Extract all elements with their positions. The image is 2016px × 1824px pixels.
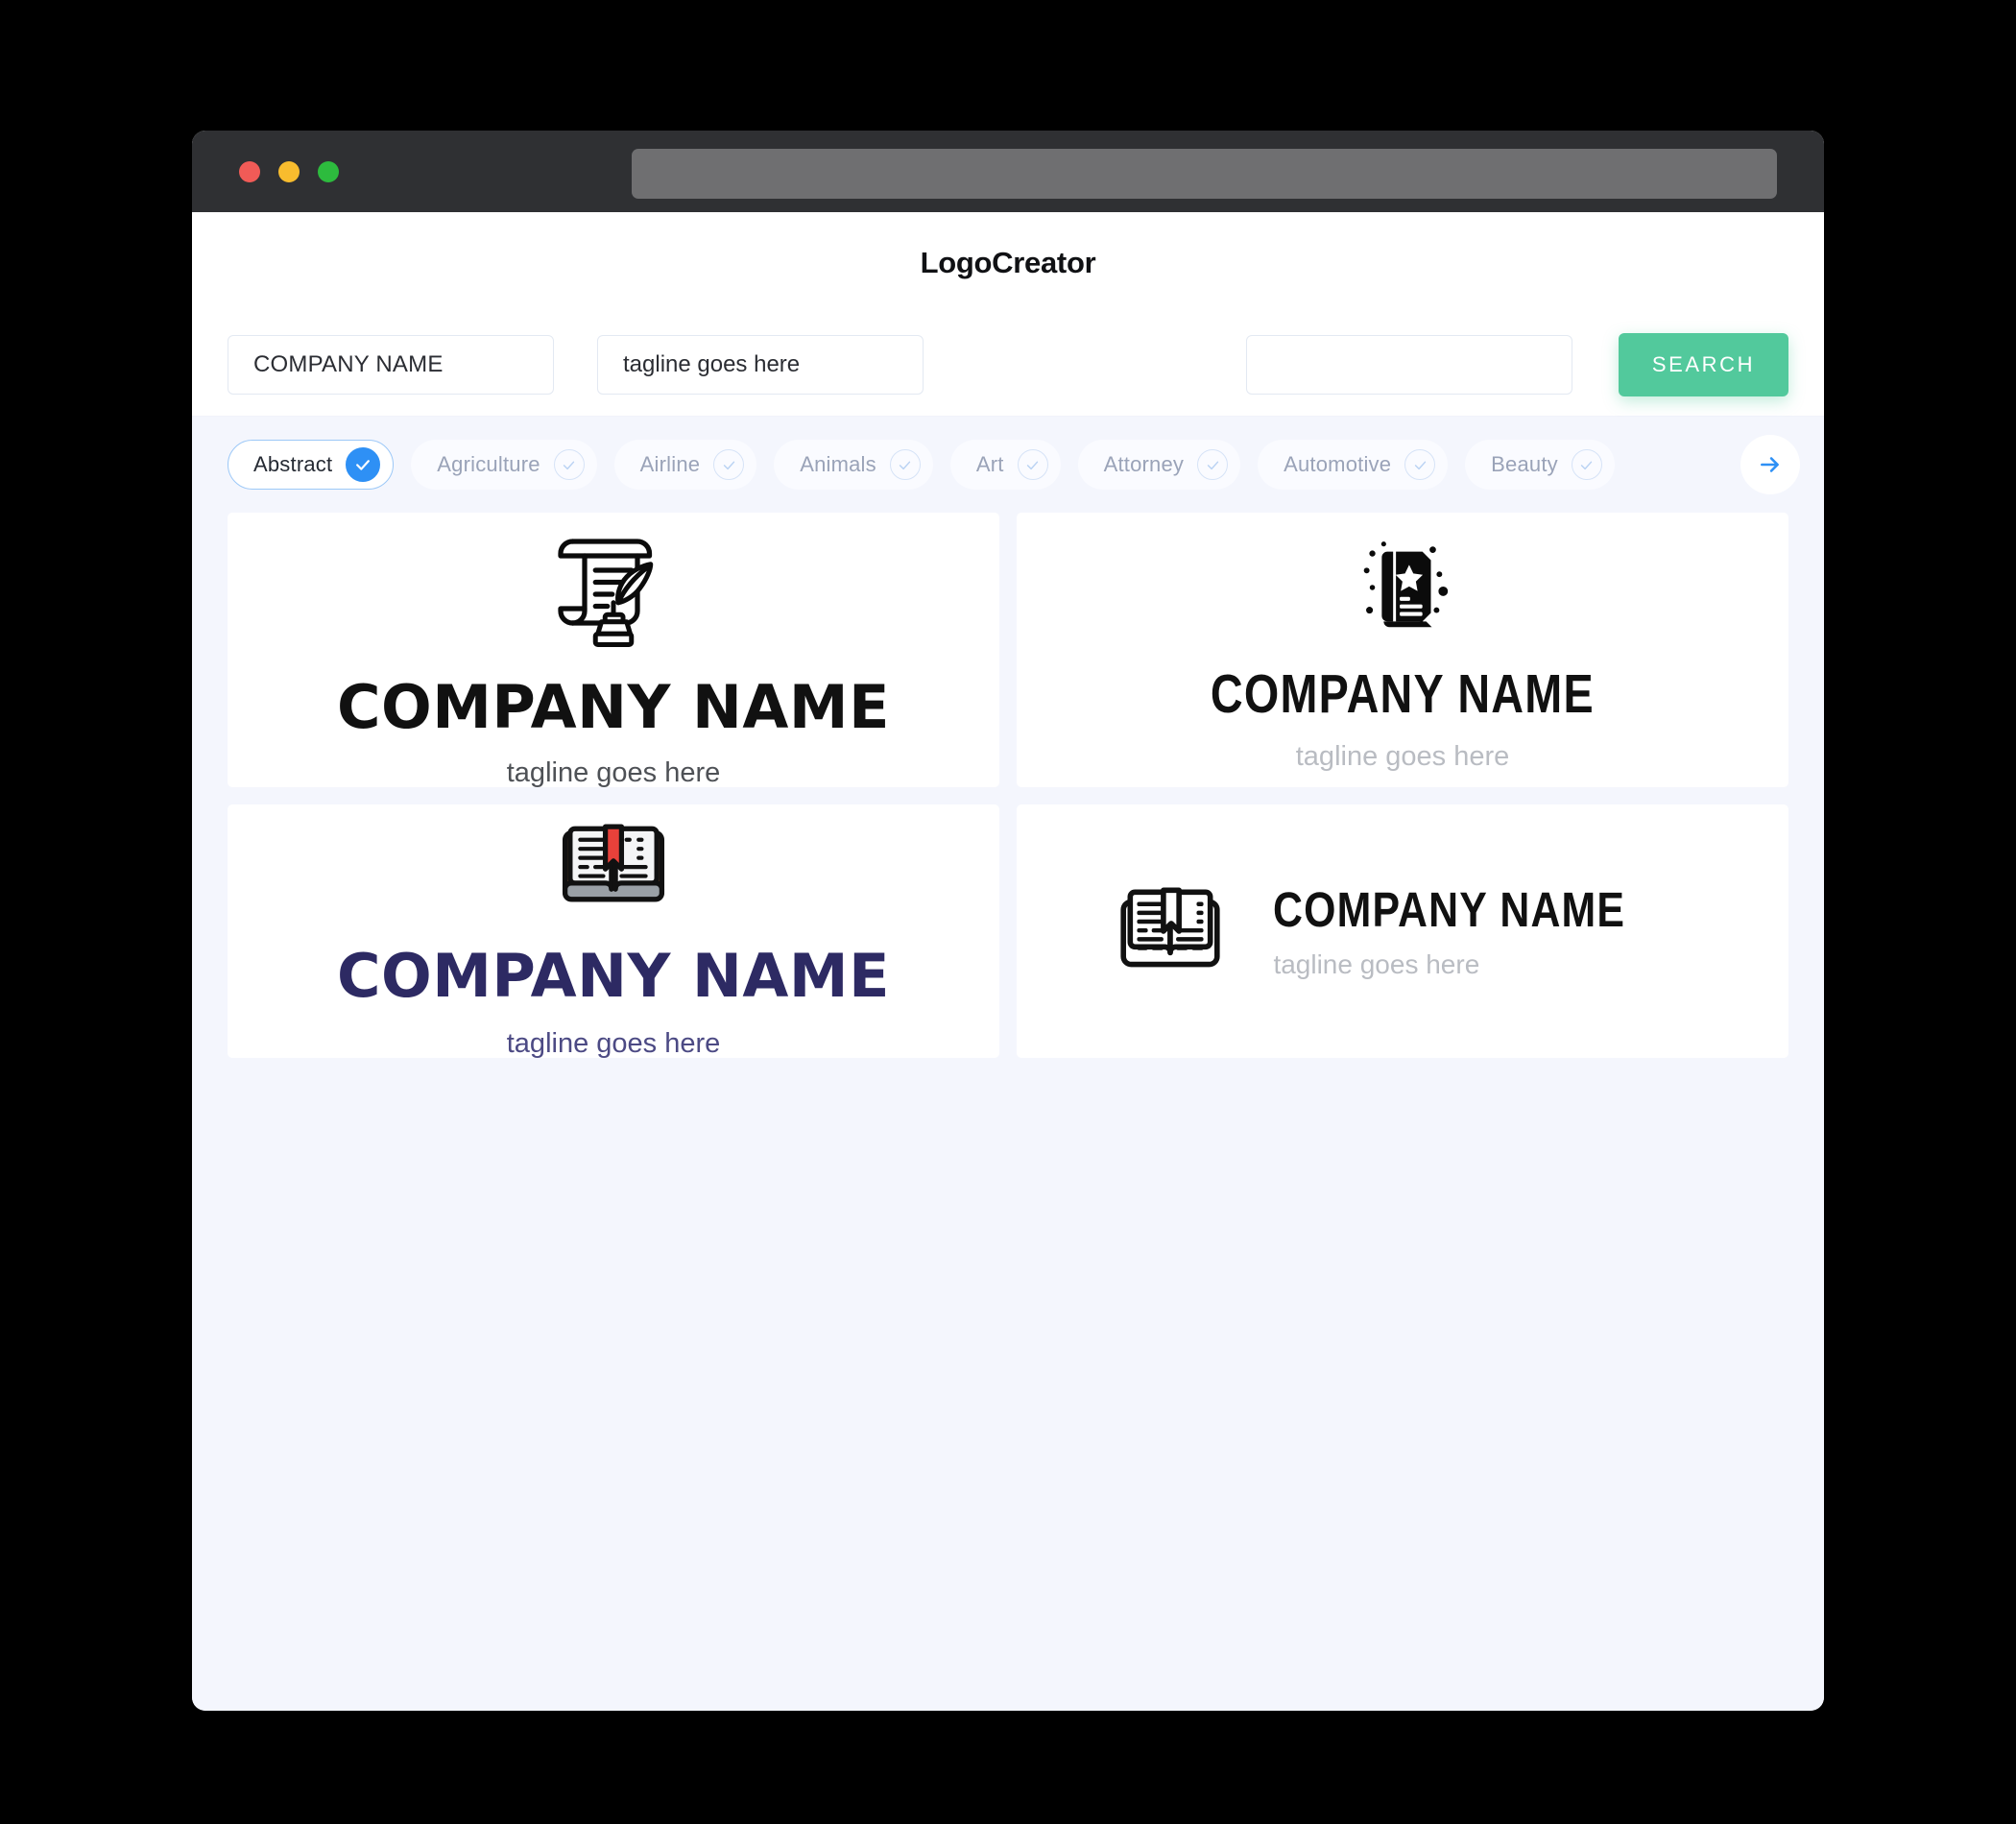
keyword-input[interactable]	[1246, 334, 1572, 395]
logo-card[interactable]: COMPANY NAME tagline goes here	[228, 513, 999, 787]
category-chip-label: Attorney	[1103, 452, 1185, 476]
category-chip-label: Airline	[639, 452, 701, 476]
logo-preview: COMPANY NAME tagline goes here	[1168, 529, 1637, 771]
check-outline-icon	[1404, 449, 1436, 480]
check-outline-icon	[889, 449, 921, 480]
category-chip-abstract[interactable]: Abstract	[228, 440, 395, 490]
categories-next-button[interactable]	[1740, 435, 1800, 494]
logo-text-block: COMPANY NAME tagline goes here	[1273, 885, 1692, 978]
category-chip-label: Art	[975, 452, 1004, 476]
logo-preview: COMPANY NAME tagline goes here	[337, 513, 890, 787]
logo-preview: COMPANY NAME tagline goes here	[337, 804, 890, 1058]
tagline-input[interactable]	[597, 334, 924, 395]
category-chip-label: Abstract	[253, 452, 333, 476]
check-outline-icon	[1017, 449, 1048, 480]
open-book-bookmark-color-icon	[553, 804, 674, 925]
address-bar[interactable]	[632, 149, 1777, 199]
logo-preview: COMPANY NAME tagline goes here	[1112, 873, 1692, 990]
category-chip-attorney[interactable]: Attorney	[1077, 440, 1241, 490]
category-chip-label: Animals	[800, 452, 876, 476]
logo-company-name: COMPANY NAME	[1273, 881, 1626, 937]
search-toolbar: SEARCH	[192, 313, 1824, 417]
logo-text-block: COMPANY NAME tagline goes here	[337, 678, 890, 787]
check-filled-icon	[346, 447, 381, 482]
category-chip-animals[interactable]: Animals	[774, 440, 933, 490]
search-button[interactable]: SEARCH	[1619, 332, 1788, 396]
category-chip-agriculture[interactable]: Agriculture	[411, 440, 597, 490]
logo-card[interactable]: COMPANY NAME tagline goes here	[1017, 513, 1788, 787]
book-star-sparkle-icon	[1346, 529, 1459, 642]
logo-company-name: COMPANY NAME	[337, 941, 890, 1011]
arrow-right-icon	[1761, 457, 1779, 472]
browser-window: LogoCreator SEARCH Abstract Agriculture Ai…	[192, 131, 1824, 1711]
category-chip-label: Agriculture	[437, 452, 540, 476]
category-chip-art[interactable]: Art	[949, 440, 1061, 490]
category-chip-label: Automotive	[1284, 452, 1392, 476]
category-chip-airline[interactable]: Airline	[613, 440, 757, 490]
category-chip-automotive[interactable]: Automotive	[1258, 440, 1449, 490]
close-window-button[interactable]	[239, 160, 260, 182]
logo-company-name: COMPANY NAME	[337, 672, 890, 742]
page-title: LogoCreator	[920, 245, 1096, 279]
logo-results-grid: COMPANY NAME tagline goes here COMPANY N…	[192, 513, 1824, 1711]
category-filter-row: Abstract Agriculture Airline Animals Art Atto…	[192, 417, 1824, 513]
maximize-window-button[interactable]	[318, 160, 339, 182]
logo-tagline: tagline goes here	[1295, 741, 1510, 772]
app-header: LogoCreator	[192, 212, 1824, 313]
logo-card[interactable]: COMPANY NAME tagline goes here	[1017, 804, 1788, 1058]
check-outline-icon	[1197, 449, 1229, 480]
check-outline-icon	[1571, 449, 1602, 480]
minimize-window-button[interactable]	[278, 160, 300, 182]
logo-text-block: COMPANY NAME tagline goes here	[337, 947, 890, 1058]
logo-tagline: tagline goes here	[506, 757, 721, 787]
logo-company-name: COMPANY NAME	[1211, 663, 1595, 725]
screenshot-stage: LogoCreator SEARCH Abstract Agriculture Ai…	[0, 0, 2016, 1824]
category-chip-label: Beauty	[1491, 452, 1558, 476]
logo-text-block: COMPANY NAME tagline goes here	[1168, 667, 1637, 771]
scroll-quill-inkwell-icon	[541, 513, 685, 657]
check-outline-icon	[713, 449, 745, 480]
logo-tagline: tagline goes here	[1273, 948, 1480, 979]
check-outline-icon	[553, 449, 585, 480]
logo-tagline: tagline goes here	[506, 1028, 721, 1058]
browser-titlebar	[192, 131, 1824, 212]
category-chip-beauty[interactable]: Beauty	[1465, 440, 1615, 490]
logo-card[interactable]: COMPANY NAME tagline goes here	[228, 804, 999, 1058]
open-book-bookmark-outline-icon	[1112, 873, 1229, 990]
company-name-input[interactable]	[228, 334, 554, 395]
window-controls	[239, 160, 339, 182]
